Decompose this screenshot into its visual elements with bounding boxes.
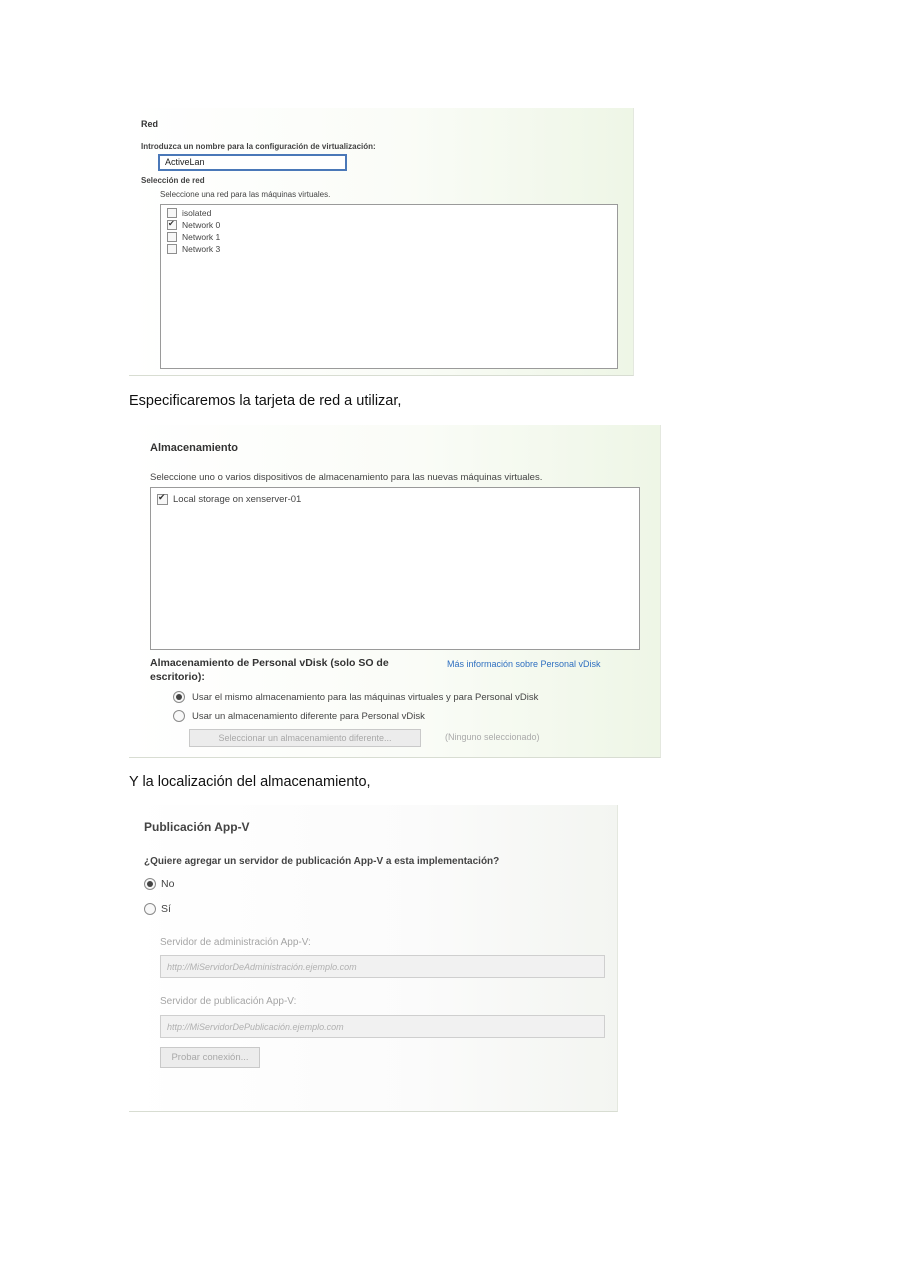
list-item[interactable]: Network 1 — [167, 232, 220, 242]
checkbox-network-3[interactable] — [167, 244, 177, 254]
storage-device-list[interactable]: Local storage on xenserver-01 — [150, 487, 640, 650]
network-caption: Especificaremos la tarjeta de red a util… — [129, 393, 402, 409]
admin-server-input[interactable]: http://MiServidorDeAdministración.ejempl… — [160, 955, 605, 978]
radio-button[interactable] — [173, 710, 185, 722]
network-panel-title: Red — [141, 119, 159, 129]
publishing-server-label: Servidor de publicación App-V: — [160, 996, 297, 1007]
storage-caption: Y la localización del almacenamiento, — [129, 774, 371, 790]
storage-screenshot: Almacenamiento Seleccione uno o varios d… — [129, 425, 661, 758]
pvd-more-info-link[interactable]: Más información sobre Personal vDisk — [447, 659, 601, 669]
radio-button[interactable] — [173, 691, 185, 703]
pvd-heading-line2: escritorio): — [150, 671, 205, 683]
radio-same-label: Usar el mismo almacenamiento para las má… — [192, 691, 539, 703]
network-list[interactable]: isolated Network 0 Network 1 Network 3 — [160, 204, 618, 369]
config-name-input[interactable]: ActiveLan — [158, 154, 347, 171]
appv-panel-title: Publicación App-V — [144, 820, 250, 834]
select-different-storage-button[interactable]: Seleccionar un almacenamiento diferente.… — [189, 729, 421, 747]
radio-same-storage[interactable]: Usar el mismo almacenamiento para las má… — [173, 691, 538, 703]
list-item[interactable]: Local storage on xenserver-01 — [157, 493, 302, 505]
network-selection-hint: Seleccione una red para las máquinas vir… — [160, 190, 331, 199]
storage-hint: Seleccione uno o varios dispositivos de … — [150, 472, 543, 483]
radio-button[interactable] — [144, 903, 156, 915]
list-item[interactable]: isolated — [167, 208, 211, 218]
network-screenshot: Red Introduzca un nombre para la configu… — [129, 108, 634, 376]
radio-different-label: Usar un almacenamiento diferente para Pe… — [192, 710, 425, 722]
admin-server-label: Servidor de administración App-V: — [160, 937, 311, 948]
storage-panel-title: Almacenamiento — [150, 442, 239, 454]
radio-no-label: No — [161, 878, 175, 890]
appv-screenshot: Publicación App-V ¿Quiere agregar un ser… — [129, 805, 618, 1112]
radio-no[interactable]: No — [144, 878, 174, 890]
radio-different-storage[interactable]: Usar un almacenamiento diferente para Pe… — [173, 710, 425, 722]
list-item[interactable]: Network 0 — [167, 219, 221, 230]
radio-yes[interactable]: Sí — [144, 903, 171, 915]
radio-yes-label: Sí — [161, 903, 171, 915]
network-label: Network 0 — [182, 220, 221, 230]
checkbox-isolated[interactable] — [167, 208, 177, 218]
checkbox-network-1[interactable] — [167, 232, 177, 242]
config-name-label: Introduzca un nombre para la configuraci… — [141, 142, 376, 151]
appv-question: ¿Quiere agregar un servidor de publicaci… — [144, 856, 500, 867]
checkbox-local-storage[interactable] — [157, 493, 168, 505]
checkbox-network-0[interactable] — [167, 219, 177, 230]
storage-device-label: Local storage on xenserver-01 — [173, 494, 302, 505]
network-selection-heading: Selección de red — [141, 176, 205, 185]
network-label: isolated — [182, 208, 212, 218]
network-label: Network 1 — [182, 232, 221, 242]
test-connection-button[interactable]: Probar conexión... — [160, 1047, 260, 1068]
none-selected-label: (Ninguno seleccionado) — [445, 732, 540, 742]
radio-button[interactable] — [144, 878, 156, 890]
list-item[interactable]: Network 3 — [167, 244, 220, 254]
publishing-server-input[interactable]: http://MiServidorDePublicación.ejemplo.c… — [160, 1015, 605, 1038]
network-label: Network 3 — [182, 244, 221, 254]
pvd-heading-line1: Almacenamiento de Personal vDisk (solo S… — [150, 657, 389, 669]
